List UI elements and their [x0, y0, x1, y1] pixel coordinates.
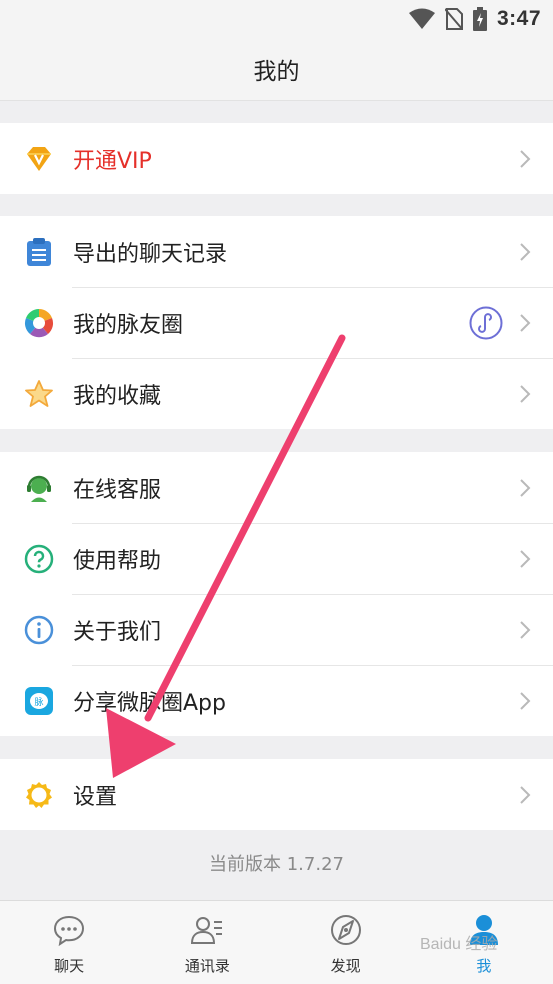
menu-item-vip[interactable]: 开通VIP	[0, 123, 553, 194]
discover-icon	[330, 915, 361, 945]
title-bar: 我的	[0, 38, 553, 101]
chevron-right-icon	[520, 620, 531, 639]
settings-group: 设置	[0, 759, 553, 830]
tab-discover[interactable]: 发现	[277, 901, 415, 984]
tab-chat[interactable]: 聊天	[0, 901, 138, 984]
star-icon	[25, 379, 53, 407]
battery-charging-icon	[472, 7, 487, 31]
contacts-icon	[191, 917, 223, 944]
records-group: 导出的聊天记录 我的脉友圈 我的收藏	[0, 216, 553, 429]
vip-group: 开通VIP	[0, 123, 553, 194]
menu-item-about[interactable]: 关于我们	[0, 594, 553, 665]
online-service-label: 在线客服	[73, 477, 162, 503]
share-app-label: 分享微脉圈App	[73, 690, 226, 716]
favorites-label: 我的收藏	[73, 383, 162, 409]
no-sim-icon	[444, 8, 463, 30]
chevron-right-icon	[520, 785, 531, 804]
menu-item-settings[interactable]: 设置	[0, 759, 553, 830]
menu-item-chat-records[interactable]: 导出的聊天记录	[0, 216, 553, 287]
tab-label: 聊天	[54, 957, 85, 975]
menu-item-share-app[interactable]: 脉 分享微脉圈App	[0, 665, 553, 736]
tab-label: 我	[476, 957, 492, 975]
svg-text:脉: 脉	[34, 696, 43, 708]
gear-icon	[26, 781, 52, 808]
page-title: 我的	[253, 59, 300, 85]
chevron-right-icon	[520, 478, 531, 497]
tab-label: 发现	[330, 957, 361, 975]
diamond-vip-icon	[27, 146, 51, 171]
status-time: 3:47	[496, 7, 541, 30]
watermark: Baidu 经验	[420, 936, 498, 953]
tab-label: 通讯录	[184, 957, 230, 975]
menu-item-favorites[interactable]: 我的收藏	[0, 358, 553, 429]
menu-item-my-circle[interactable]: 我的脉友圈	[0, 287, 553, 358]
chevron-right-icon	[520, 313, 531, 332]
mini-program-icon[interactable]	[469, 306, 503, 340]
settings-label: 设置	[73, 784, 118, 810]
vip-label: 开通VIP	[73, 148, 152, 174]
menu-item-help[interactable]: 使用帮助	[0, 523, 553, 594]
chat-records-label: 导出的聊天记录	[73, 241, 228, 267]
chat-icon	[54, 915, 85, 947]
tab-contacts[interactable]: 通讯录	[138, 901, 276, 984]
chevron-right-icon	[520, 149, 531, 168]
chevron-right-icon	[520, 549, 531, 568]
help-label: 使用帮助	[73, 548, 162, 574]
about-label: 关于我们	[73, 619, 162, 645]
version-text: 当前版本 1.7.27	[209, 854, 344, 875]
info-icon	[24, 615, 54, 644]
aperture-icon	[24, 308, 54, 337]
wifi-icon	[408, 8, 435, 29]
support-group: 在线客服 使用帮助 关于我们 脉 分享微脉圈App	[0, 452, 553, 736]
chevron-right-icon	[520, 242, 531, 261]
chevron-right-icon	[520, 384, 531, 403]
menu-item-online-service[interactable]: 在线客服	[0, 452, 553, 523]
my-circle-label: 我的脉友圈	[73, 312, 184, 338]
help-icon	[24, 544, 54, 573]
app-logo-icon: 脉	[25, 686, 53, 715]
chevron-right-icon	[520, 691, 531, 710]
status-bar: 3:47	[0, 0, 553, 38]
clipboard-icon	[27, 237, 51, 266]
customer-service-icon	[27, 475, 51, 502]
